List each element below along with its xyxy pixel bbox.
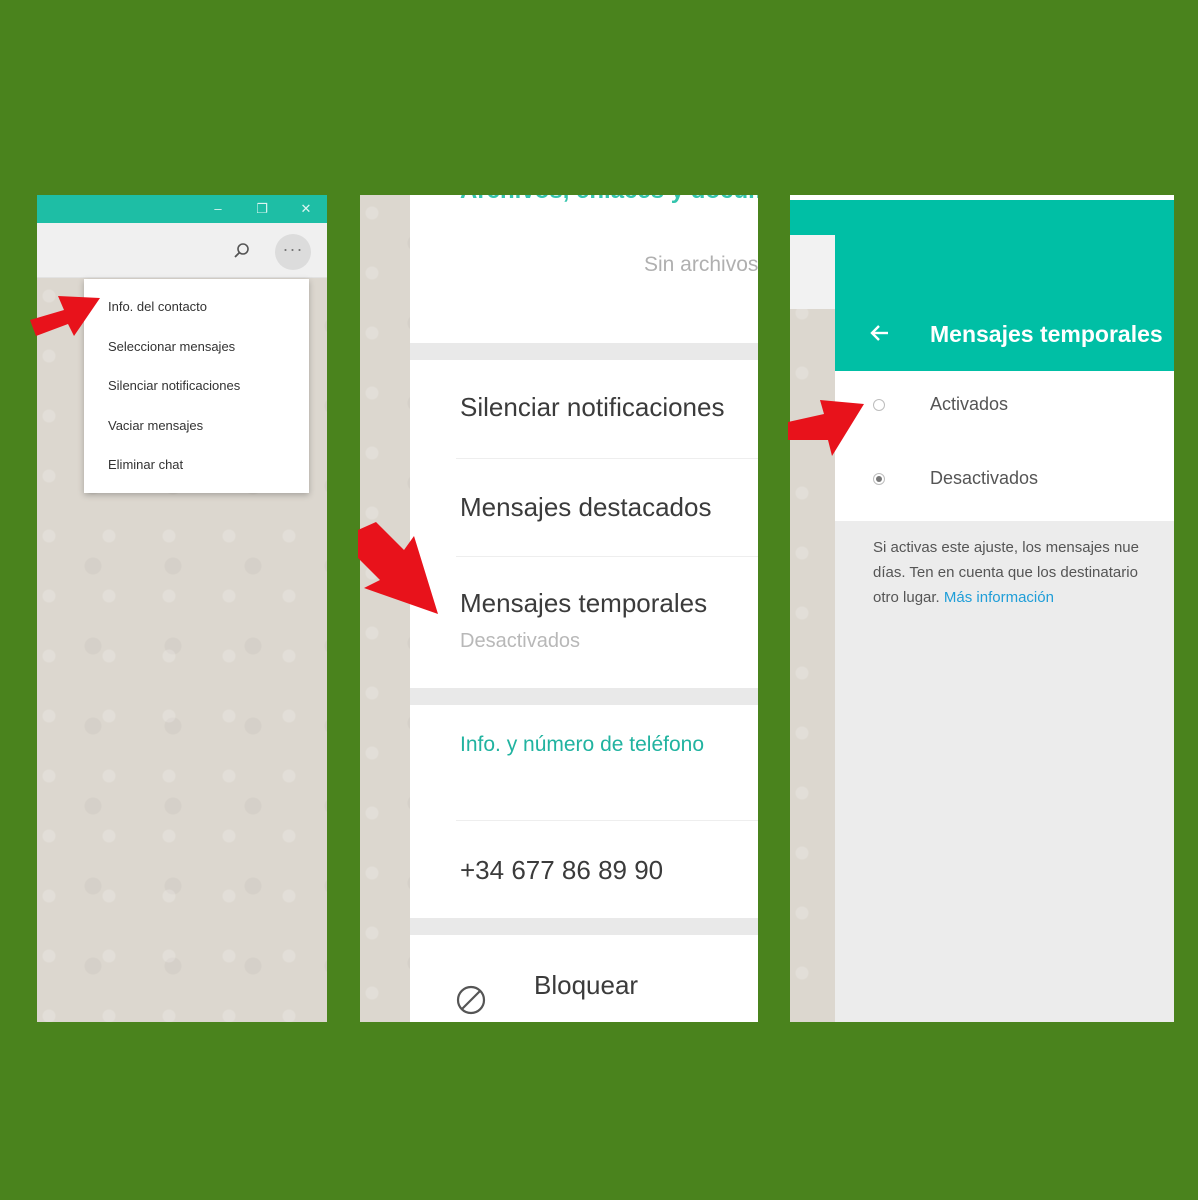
header-strip [790,200,835,235]
red-arrow-icon [788,400,864,456]
more-options-button[interactable]: ··· [275,234,311,270]
temporary-messages-status: Desactivados [460,630,581,652]
option-activated-label[interactable]: Activados [930,394,1008,415]
red-arrow-icon [358,522,438,614]
mute-notifications-option[interactable]: Silenciar notificaciones [460,392,724,423]
window-titlebar: – ❐ ✕ [37,195,327,223]
description-line: otro lugar. Más información [873,585,1174,610]
phone-info-card: Info. y número de teléfono +34 677 86 89… [410,705,758,918]
phone-number[interactable]: +34 677 86 89 90 [460,855,663,886]
menu-item-delete-chat[interactable]: Eliminar chat [108,457,183,472]
option-deactivated-label[interactable]: Desactivados [930,468,1038,489]
radio-activated[interactable] [873,399,885,411]
info-phone-heading: Info. y número de teléfono [460,733,704,756]
description-line: Si activas este ajuste, los mensajes nue [873,539,1139,556]
chat-wallpaper [790,235,835,1022]
chat-options-menu: Info. del contacto Seleccionar mensajes … [84,279,309,493]
divider [456,556,758,557]
page-title: Mensajes temporales [930,321,1163,347]
red-arrow-icon [30,296,100,336]
description-line-text: otro lugar. [873,589,940,606]
description-line: días. Ten en cuenta que los destinatario [873,564,1138,581]
divider [456,820,758,821]
back-arrow-icon[interactable] [868,321,892,345]
no-files-text: Sin archivos [644,253,758,276]
menu-item-clear-messages[interactable]: Vaciar mensajes [108,418,203,433]
menu-item-contact-info[interactable]: Info. del contacto [108,299,207,314]
chat-header [790,235,835,309]
block-card: Bloquear [410,935,758,1022]
more-info-link[interactable]: Más información [944,589,1054,606]
search-icon[interactable] [233,242,251,260]
maximize-button[interactable]: ❐ [253,200,271,218]
settings-card: Silenciar notificaciones Mensajes destac… [410,360,758,688]
media-section-heading: Archivos, enlaces y documentos [460,195,758,205]
divider [456,458,758,459]
temporary-messages-option[interactable]: Mensajes temporales [460,588,707,619]
menu-item-select-messages[interactable]: Seleccionar mensajes [108,339,235,354]
radio-deactivated[interactable] [873,473,885,485]
block-icon [456,985,486,1015]
menu-item-mute-notifications[interactable]: Silenciar notificaciones [108,378,240,393]
starred-messages-option[interactable]: Mensajes destacados [460,492,711,523]
close-button[interactable]: ✕ [297,200,315,218]
media-card: Archivos, enlaces y documentos Sin archi… [410,195,758,343]
temporary-options: Activados Desactivados [835,371,1174,521]
block-contact-button[interactable]: Bloquear [534,970,638,1001]
minimize-button[interactable]: – [209,200,227,218]
temporary-description: Si activas este ajuste, los mensajes nue… [873,535,1174,610]
temporary-messages-panel: Mensajes temporales Activados Desactivad… [790,195,1174,1022]
